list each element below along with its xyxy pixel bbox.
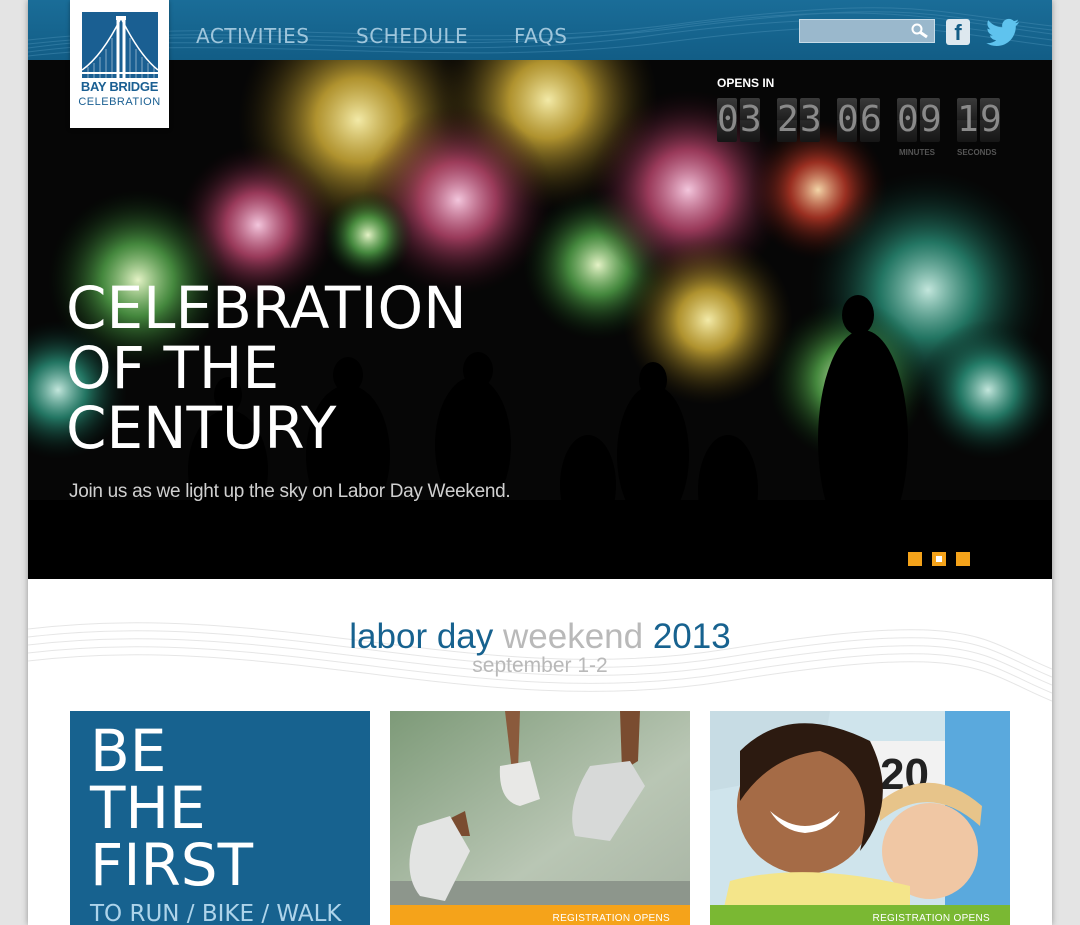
- countdown-digit: 0: [837, 98, 859, 142]
- run-event-card[interactable]: REGISTRATION OPENS: [390, 711, 690, 925]
- registration-banner[interactable]: REGISTRATION OPENS: [710, 905, 1010, 925]
- event-title-part: weekend: [503, 617, 644, 656]
- hero-banner: OPENS IN 0 3 2 3 0 6 0 9 1 9 MINUTES SEC…: [28, 60, 1052, 579]
- countdown-digit: 2: [777, 98, 799, 142]
- site-logo[interactable]: BAY BRIDGE CELEBRATION: [70, 0, 169, 128]
- countdown-digit: 3: [740, 98, 762, 142]
- countdown-unit-minutes: MINUTES: [899, 148, 935, 157]
- kids-event-card[interactable]: 20 REGISTRATION OPENS: [710, 711, 1010, 925]
- event-date: september 1-2: [472, 654, 608, 677]
- hero-title-line: CELEBRATION: [66, 274, 467, 342]
- hero-title-line: OF THE: [66, 334, 280, 402]
- logo-subtitle: CELEBRATION: [78, 96, 161, 108]
- registration-banner[interactable]: REGISTRATION OPENS: [390, 905, 690, 925]
- card-headline-line: THE: [90, 774, 206, 842]
- search-input[interactable]: [802, 21, 912, 43]
- slide-dot-1[interactable]: [908, 552, 922, 566]
- countdown-digit: 9: [920, 98, 942, 142]
- slide-dot-3[interactable]: [956, 552, 970, 566]
- nav-activities[interactable]: ACTIVITIES: [196, 24, 309, 48]
- registration-label: REGISTRATION OPENS: [552, 913, 670, 924]
- event-heading: labor day weekend 2013 september 1-2: [28, 579, 1052, 709]
- countdown-digit: 0: [897, 98, 919, 142]
- event-title-part: 2013: [652, 617, 731, 656]
- bridge-logo-icon: [81, 12, 159, 78]
- search-icon[interactable]: [911, 23, 929, 39]
- page: ACTIVITIES SCHEDULE FAQS f BAY BRIDGE CE…: [28, 0, 1052, 925]
- countdown-digit: 1: [957, 98, 979, 142]
- hero-subtitle: Join us as we light up the sky on Labor …: [69, 481, 511, 502]
- kids-image: 20: [710, 711, 1010, 925]
- countdown-digit: 9: [980, 98, 1002, 142]
- nav-schedule[interactable]: SCHEDULE: [356, 24, 468, 48]
- countdown-unit-seconds: SECONDS: [957, 148, 997, 157]
- countdown-digit: 0: [717, 98, 739, 142]
- runner-image: [390, 711, 690, 925]
- hero-title-line: CENTURY: [66, 394, 337, 462]
- registration-label: REGISTRATION OPENS: [872, 913, 990, 924]
- countdown-digit: 3: [800, 98, 822, 142]
- site-header: ACTIVITIES SCHEDULE FAQS f: [28, 0, 1052, 60]
- countdown-label: OPENS IN: [717, 76, 775, 90]
- card-headline-line: BE: [90, 717, 167, 785]
- event-title-part: labor day: [349, 617, 494, 656]
- card-subtitle: TO RUN / BIKE / WALK: [90, 901, 342, 925]
- countdown-digit: 6: [860, 98, 882, 142]
- hero-title: CELEBRATION OF THE CENTURY: [66, 278, 467, 458]
- card-headline: BE THE FIRST: [90, 717, 254, 899]
- event-title: labor day weekend 2013: [28, 617, 1052, 657]
- facebook-icon[interactable]: f: [946, 19, 970, 45]
- card-headline-line: FIRST: [90, 831, 254, 899]
- be-the-first-card[interactable]: BE THE FIRST TO RUN / BIKE / WALK: [70, 711, 370, 925]
- twitter-icon[interactable]: [986, 18, 1020, 46]
- slide-dot-2[interactable]: [932, 552, 946, 566]
- search-box: [799, 19, 935, 43]
- nav-faqs[interactable]: FAQS: [514, 24, 567, 48]
- logo-title: BAY BRIDGE: [80, 79, 159, 94]
